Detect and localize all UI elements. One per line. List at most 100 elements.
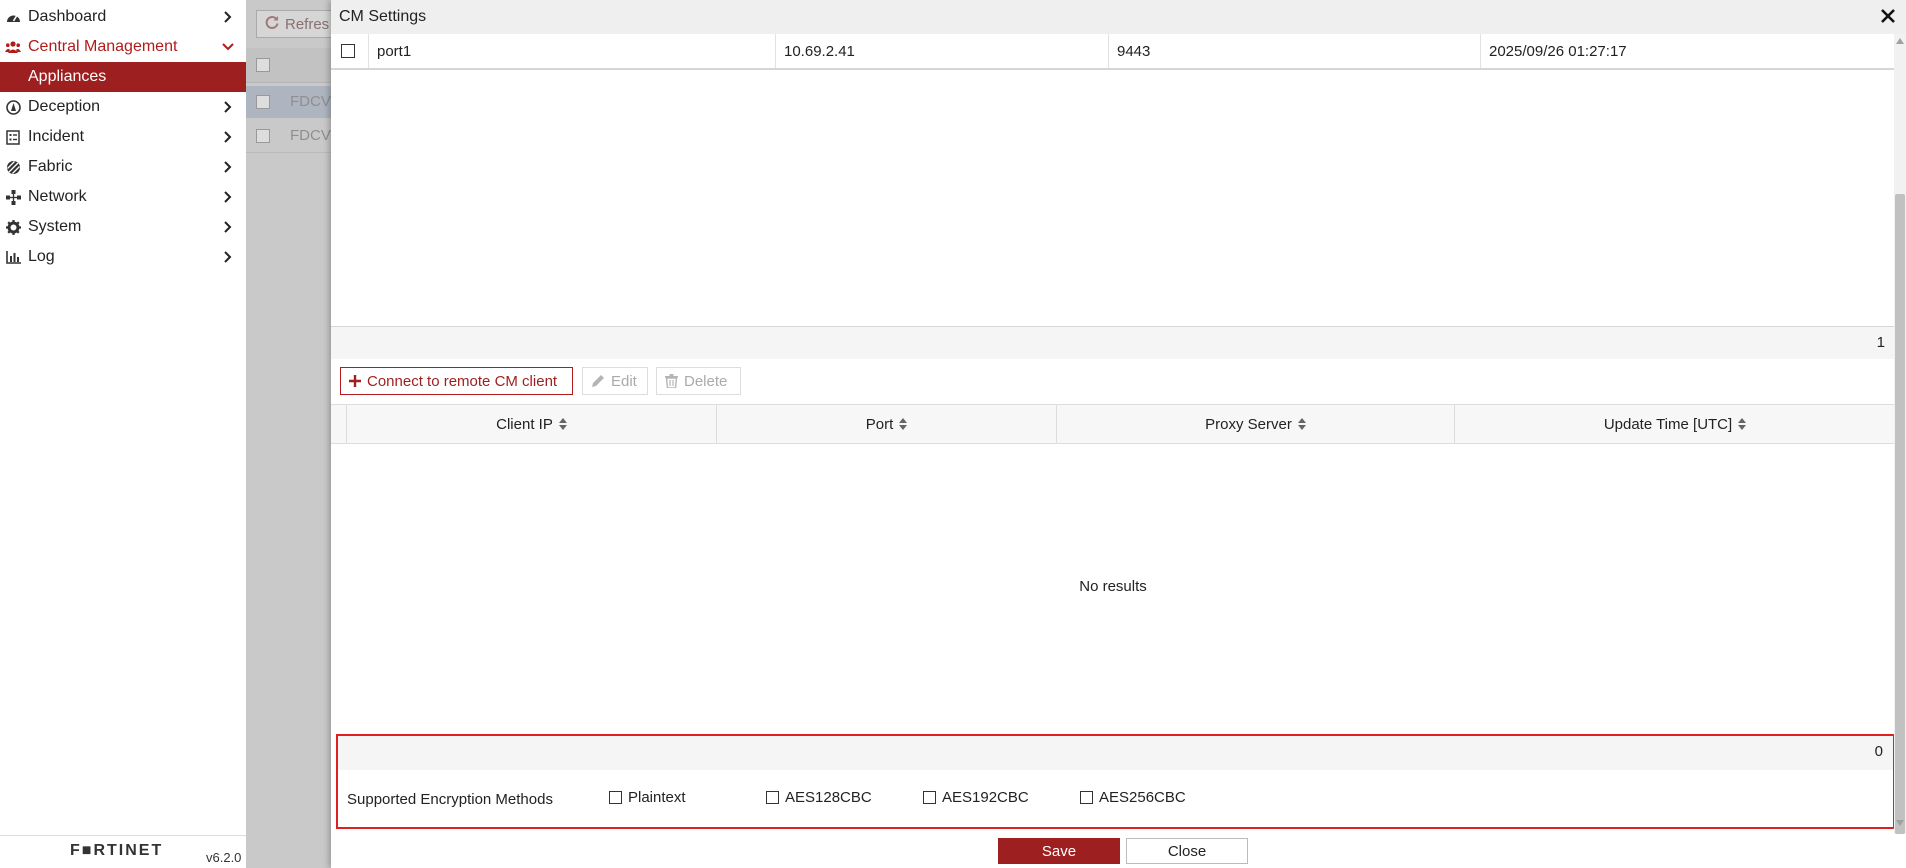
- chevron-right-icon: [220, 189, 236, 205]
- row-count: 1: [1876, 334, 1885, 351]
- sidebar: Dashboard Central Management Appliances …: [0, 0, 247, 868]
- option-label: AES128CBC: [785, 789, 872, 806]
- cm-settings-dialog: CM Settings port1 10.69.2.41 9443 2025/0…: [331, 0, 1906, 868]
- cm-client-table-header: Client IP Port Proxy Server Update Time …: [331, 404, 1895, 444]
- sidebar-item-system[interactable]: System: [0, 212, 246, 242]
- plaintext-checkbox[interactable]: [609, 791, 622, 804]
- option-label: Plaintext: [628, 789, 686, 806]
- row-checkbox-cell[interactable]: [331, 34, 368, 68]
- column-label: Update Time [UTC]: [1603, 415, 1733, 433]
- chevron-right-icon: [220, 159, 236, 175]
- connect-remote-cm-client-button[interactable]: Connect to remote CM client: [340, 367, 573, 395]
- save-button[interactable]: Save: [998, 838, 1120, 864]
- fabric-icon: [5, 159, 21, 175]
- sort-icon: [1738, 417, 1747, 431]
- row-count: 0: [1874, 743, 1883, 760]
- column-header-update-time[interactable]: Update Time [UTC]: [1454, 405, 1895, 443]
- edit-button-label: Edit: [611, 372, 637, 390]
- edit-button[interactable]: Edit: [582, 367, 648, 395]
- sidebar-item-fabric[interactable]: Fabric: [0, 152, 246, 182]
- sort-icon: [899, 417, 908, 431]
- chevron-right-icon: [220, 99, 236, 115]
- trash-icon: [665, 374, 678, 388]
- encryption-methods-label: Supported Encryption Methods: [347, 791, 553, 808]
- row-checkbox: [256, 129, 270, 143]
- row-name: FDCV: [290, 127, 331, 144]
- deception-icon: [5, 99, 21, 115]
- column-label: Port: [865, 415, 894, 433]
- sort-icon: [1297, 417, 1306, 431]
- sidebar-item-dashboard[interactable]: Dashboard: [0, 2, 246, 32]
- sidebar-item-label: Dashboard: [28, 8, 107, 25]
- connect-button-label: Connect to remote CM client: [367, 372, 558, 390]
- chevron-right-icon: [220, 249, 236, 265]
- refresh-icon: [265, 15, 279, 33]
- encryption-option-plaintext[interactable]: Plaintext: [609, 789, 686, 806]
- sidebar-item-label: Central Management: [28, 38, 178, 55]
- gear-icon: [5, 219, 21, 235]
- sidebar-item-label: Log: [28, 248, 55, 265]
- incident-icon: [5, 129, 21, 145]
- vertical-scrollbar[interactable]: [1894, 34, 1906, 834]
- sidebar-item-label: Fabric: [28, 158, 73, 175]
- encryption-option-aes256cbc[interactable]: AES256CBC: [1080, 789, 1186, 806]
- row-name: FDCV: [290, 93, 331, 110]
- network-icon: [5, 189, 21, 205]
- close-icon[interactable]: [1878, 6, 1898, 26]
- time-cell: 2025/09/26 01:27:17: [1480, 34, 1895, 68]
- users-icon: [5, 39, 21, 55]
- scroll-down-arrow-icon[interactable]: [1896, 820, 1904, 826]
- column-header-client-ip[interactable]: Client IP: [346, 405, 716, 443]
- dialog-title: CM Settings: [339, 8, 427, 25]
- encryption-option-aes128cbc[interactable]: AES128CBC: [766, 789, 872, 806]
- port-cell: 9443: [1108, 34, 1480, 68]
- refresh-label: Refres: [285, 15, 330, 33]
- dashboard-icon: [5, 9, 21, 25]
- sidebar-subitem-appliances[interactable]: Appliances: [0, 62, 246, 92]
- aes192cbc-checkbox[interactable]: [923, 791, 936, 804]
- version-label: v6.2.0: [206, 850, 242, 865]
- close-button[interactable]: Close: [1126, 838, 1248, 864]
- sidebar-subitem-label: Appliances: [28, 68, 107, 85]
- fortinet-logo: F■RTINET: [70, 842, 164, 859]
- column-header-proxy-server[interactable]: Proxy Server: [1056, 405, 1454, 443]
- chevron-right-icon: [220, 129, 236, 145]
- aes256cbc-checkbox[interactable]: [1080, 791, 1093, 804]
- chevron-right-icon: [220, 219, 236, 235]
- scrollbar-thumb[interactable]: [1895, 194, 1905, 834]
- plus-icon: [349, 375, 361, 387]
- delete-button-label: Delete: [684, 372, 728, 390]
- delete-button[interactable]: Delete: [656, 367, 741, 395]
- sidebar-item-network[interactable]: Network: [0, 182, 246, 212]
- aes128cbc-checkbox[interactable]: [766, 791, 779, 804]
- column-label: Proxy Server: [1205, 415, 1292, 433]
- column-label: Client IP: [496, 415, 553, 433]
- sidebar-item-label: Deception: [28, 98, 101, 115]
- empty-table-message: No results: [1079, 578, 1147, 595]
- ip-cell: 10.69.2.41: [775, 34, 1108, 68]
- sidebar-item-label: Incident: [28, 128, 85, 145]
- sidebar-item-label: System: [28, 218, 82, 235]
- interface-table-footer: 1: [331, 327, 1895, 359]
- row-checkbox: [256, 95, 270, 109]
- encryption-settings-section: 0 Supported Encryption Methods Plaintext…: [336, 734, 1895, 829]
- sidebar-item-central-management[interactable]: Central Management: [0, 32, 246, 62]
- row-checkbox[interactable]: [341, 44, 355, 58]
- option-label: AES256CBC: [1099, 789, 1186, 806]
- sidebar-item-incident[interactable]: Incident: [0, 122, 246, 152]
- encryption-option-aes192cbc[interactable]: AES192CBC: [923, 789, 1029, 806]
- column-header-port[interactable]: Port: [716, 405, 1056, 443]
- sidebar-item-log[interactable]: Log: [0, 242, 246, 272]
- cm-client-table-footer: 0: [338, 736, 1893, 770]
- log-chart-icon: [5, 249, 21, 265]
- interface-table-row[interactable]: port1 10.69.2.41 9443 2025/09/26 01:27:1…: [331, 34, 1895, 70]
- scroll-up-arrow-icon[interactable]: [1896, 38, 1904, 44]
- dialog-title-bar: CM Settings: [331, 0, 1906, 34]
- chevron-right-icon: [220, 9, 236, 25]
- sidebar-item-deception[interactable]: Deception: [0, 92, 246, 122]
- sidebar-item-label: Network: [28, 188, 87, 205]
- select-all-checkbox: [256, 58, 270, 72]
- sort-icon: [558, 417, 567, 431]
- header-spacer: [331, 405, 346, 443]
- interface-table-body: [331, 68, 1895, 326]
